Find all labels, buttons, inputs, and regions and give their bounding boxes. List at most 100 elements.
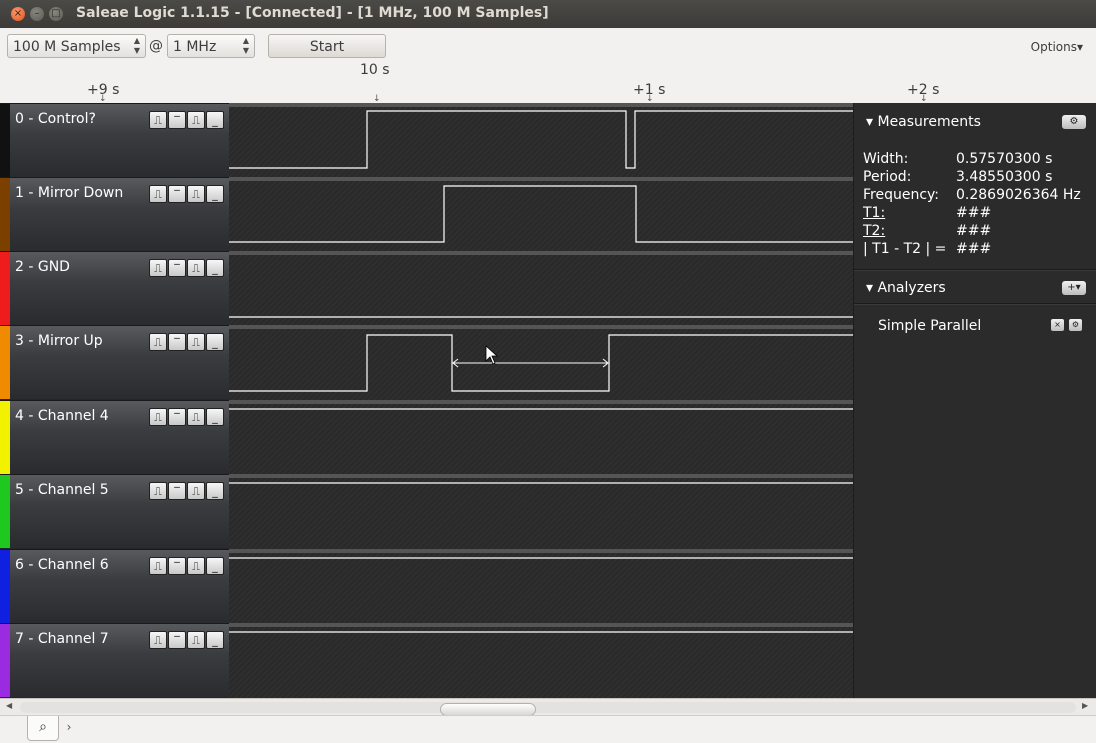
channel-list: 0 - Control? ⎍ ‾ ⎍ _ 1 - Mirror Down ⎍ ‾ ⎍ _ 2… [0,103,229,698]
trigger-buttons: ⎍ ‾ ⎍ _ [149,185,225,203]
high-level-icon[interactable]: ‾ [168,333,186,351]
low-level-icon[interactable]: _ [206,259,224,277]
scroll-right-arrow-icon[interactable]: ▶ [1082,701,1088,710]
sample-count-value: 100 M Samples [13,39,121,55]
high-level-icon[interactable]: ‾ [168,631,186,649]
measurement-key: Period: [863,169,912,185]
channel-row[interactable]: 3 - Mirror Up ⎍ ‾ ⎍ _ [0,325,229,399]
falling-edge-icon[interactable]: ⎍ [187,333,205,351]
channel-color-bar [0,326,10,399]
analyzers-title: Analyzers [877,280,946,296]
channel-name: 3 - Mirror Up [15,333,103,349]
rising-edge-icon[interactable]: ⎍ [149,631,167,649]
expand-tab[interactable]: › [59,716,79,738]
side-panel: ▾ Measurements ⚙ Width: 0.57570300 s Peri… [853,103,1096,698]
high-level-icon[interactable]: ‾ [168,111,186,129]
channel-row[interactable]: 2 - GND ⎍ ‾ ⎍ _ [0,251,229,325]
measurements-gear-button[interactable]: ⚙ [1062,115,1086,129]
falling-edge-icon[interactable]: ⎍ [187,185,205,203]
maximize-window-button[interactable]: □ [49,7,63,21]
scroll-track[interactable] [20,702,1076,716]
analyzers-header[interactable]: ▾ Analyzers [866,280,946,296]
search-tab[interactable]: ⌕ [27,716,59,741]
measurements-title: Measurements [877,114,981,130]
measurement-key[interactable]: T1: [863,205,956,221]
channel-row[interactable]: 7 - Channel 7 ⎍ ‾ ⎍ _ [0,623,229,697]
channel-name: 7 - Channel 7 [15,631,109,647]
channel-row[interactable]: 5 - Channel 5 ⎍ ‾ ⎍ _ [0,474,229,548]
measurement-value: ### [956,241,992,257]
select-arrows-icon: ▲ ▼ [133,36,140,55]
rising-edge-icon[interactable]: ⎍ [149,408,167,426]
high-level-icon[interactable]: ‾ [168,557,186,575]
close-window-button[interactable]: × [11,7,25,21]
low-level-icon[interactable]: _ [206,185,224,203]
sample-count-select[interactable]: 100 M Samples ▲ ▼ [7,34,146,58]
waveform-plot[interactable] [229,103,853,698]
scroll-left-arrow-icon[interactable]: ◀ [6,701,12,710]
low-level-icon[interactable]: _ [206,333,224,351]
rising-edge-icon[interactable]: ⎍ [149,111,167,129]
falling-edge-icon[interactable]: ⎍ [187,259,205,277]
add-analyzer-button[interactable]: +▾ [1062,281,1086,295]
measurement-row[interactable]: T1: ### [863,205,991,221]
minimize-window-button[interactable]: – [30,7,44,21]
falling-edge-icon[interactable]: ⎍ [187,482,205,500]
measurement-row[interactable]: T2: ### [863,223,991,239]
toolbar: 100 M Samples ▲ ▼ @ 1 MHz ▲ ▼ Start Option… [0,28,1096,64]
section-divider [854,269,1096,271]
title-bar: × – □ Saleae Logic 1.1.15 - [Connected] … [0,0,1096,28]
bottom-bar: ⌕ › [0,715,1096,743]
falling-edge-icon[interactable]: ⎍ [187,631,205,649]
measurement-key[interactable]: T2: [863,223,956,239]
at-sign-label: @ [149,38,163,54]
low-level-icon[interactable]: _ [206,557,224,575]
measurement-value: ### [956,223,992,239]
rising-edge-icon[interactable]: ⎍ [149,259,167,277]
high-level-icon[interactable]: ‾ [168,482,186,500]
high-level-icon[interactable]: ‾ [168,259,186,277]
analyzer-settings-button[interactable]: ⚙ [1069,319,1082,331]
low-level-icon[interactable]: _ [206,631,224,649]
rising-edge-icon[interactable]: ⎍ [149,557,167,575]
channel-row[interactable]: 6 - Channel 6 ⎍ ‾ ⎍ _ [0,549,229,623]
trigger-buttons: ⎍ ‾ ⎍ _ [149,111,225,129]
high-level-icon[interactable]: ‾ [168,408,186,426]
measurement-row: Period: 3.48550300 s [863,169,1052,185]
low-level-icon[interactable]: _ [206,408,224,426]
rising-edge-icon[interactable]: ⎍ [149,333,167,351]
channel-name: 2 - GND [15,259,70,275]
channel-color-bar [0,252,10,325]
time-axis: 10 s ↓ +9 s ↓ +1 s ↓ +2 s ↓ [0,62,1096,104]
analyzer-item[interactable]: Simple Parallel [878,318,981,334]
low-level-icon[interactable]: _ [206,482,224,500]
channel-name: 0 - Control? [15,111,96,127]
measurements-header[interactable]: ▾ Measurements [866,114,981,130]
gear-icon: ⚙ [1069,116,1079,127]
collapse-triangle-icon: ▾ [866,114,878,130]
options-menu[interactable]: Options▾ [1031,40,1083,54]
channel-name: 5 - Channel 5 [15,482,109,498]
rising-edge-icon[interactable]: ⎍ [149,185,167,203]
falling-edge-icon[interactable]: ⎍ [187,408,205,426]
channel-color-bar [0,104,10,177]
rising-edge-icon[interactable]: ⎍ [149,482,167,500]
low-level-icon[interactable]: _ [206,111,224,129]
high-level-icon[interactable]: ‾ [168,185,186,203]
channel-row[interactable]: 0 - Control? ⎍ ‾ ⎍ _ [0,103,229,177]
falling-edge-icon[interactable]: ⎍ [187,557,205,575]
measurement-key: Frequency: [863,187,940,203]
start-button[interactable]: Start [268,34,386,58]
horizontal-scrollbar[interactable]: ◀ ▶ [0,698,1096,716]
channel-color-bar [0,624,10,697]
channel-color-bar [0,475,10,548]
channel-row[interactable]: 1 - Mirror Down ⎍ ‾ ⎍ _ [0,177,229,251]
channel-row[interactable]: 4 - Channel 4 ⎍ ‾ ⎍ _ [0,400,229,474]
remove-analyzer-button[interactable]: × [1051,319,1064,331]
sample-rate-select[interactable]: 1 MHz ▲ ▼ [167,34,255,58]
search-icon: ⌕ [39,719,47,735]
falling-edge-icon[interactable]: ⎍ [187,111,205,129]
select-arrows-icon: ▲ ▼ [242,36,249,55]
window-title: Saleae Logic 1.1.15 - [Connected] - [1 M… [76,5,549,21]
close-icon: × [1054,320,1061,329]
